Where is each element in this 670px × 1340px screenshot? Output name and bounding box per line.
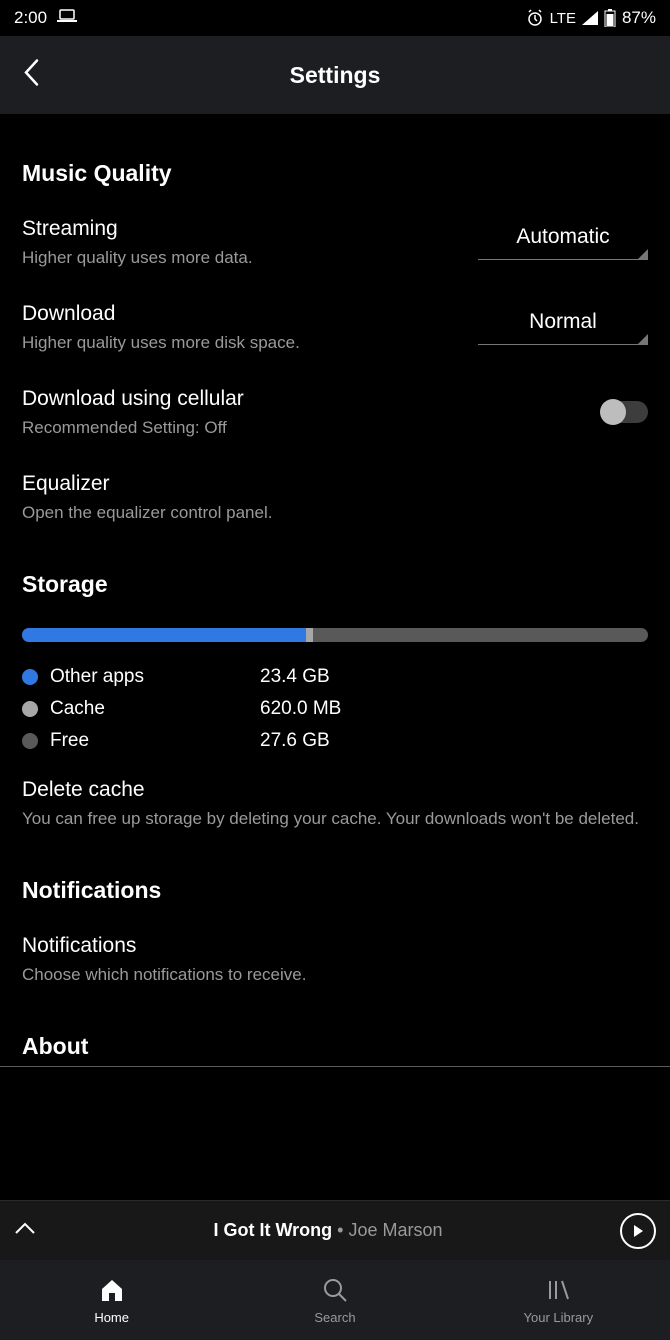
cellular-toggle[interactable] [602, 401, 648, 423]
laptop-icon [57, 8, 77, 28]
dot-icon [22, 701, 38, 717]
storage-seg-cache [306, 628, 314, 642]
download-dropdown[interactable]: Normal [478, 304, 648, 345]
signal-icon [582, 11, 598, 25]
legend-free: Free 27.6 GB [22, 730, 648, 752]
now-playing-bar[interactable]: I Got It Wrong • Joe Marson [0, 1200, 670, 1260]
setting-label: Download [22, 302, 458, 326]
settings-content: Music Quality Streaming Higher quality u… [0, 114, 670, 1200]
setting-label: Delete cache [22, 778, 648, 802]
setting-label: Equalizer [22, 472, 648, 496]
setting-label: Notifications [22, 934, 648, 958]
setting-desc: Choose which notifications to receive. [22, 964, 648, 987]
alarm-icon [526, 9, 544, 27]
now-playing-text: I Got It Wrong • Joe Marson [50, 1220, 606, 1241]
status-time: 2:00 [14, 8, 47, 28]
library-icon [544, 1276, 572, 1304]
play-button[interactable] [620, 1213, 656, 1249]
battery-icon [604, 9, 616, 27]
section-storage: Storage [22, 571, 648, 598]
status-network: LTE [550, 10, 576, 27]
setting-equalizer[interactable]: Equalizer Open the equalizer control pan… [22, 472, 648, 525]
storage-bar [22, 628, 648, 642]
dot-icon [22, 733, 38, 749]
streaming-dropdown[interactable]: Automatic [478, 219, 648, 260]
legend-other-apps: Other apps 23.4 GB [22, 666, 648, 688]
setting-download[interactable]: Download Higher quality uses more disk s… [22, 302, 648, 355]
setting-notifications[interactable]: Notifications Choose which notifications… [22, 934, 648, 987]
search-icon [321, 1276, 349, 1304]
storage-legend: Other apps 23.4 GB Cache 620.0 MB Free 2… [22, 666, 648, 752]
section-music-quality: Music Quality [22, 160, 648, 187]
back-button[interactable] [12, 48, 50, 103]
setting-label: Download using cellular [22, 387, 582, 411]
dot-icon [22, 669, 38, 685]
nav-library[interactable]: Your Library [447, 1260, 670, 1340]
home-icon [98, 1276, 126, 1304]
chevron-up-icon[interactable] [14, 1221, 36, 1240]
nav-search[interactable]: Search [223, 1260, 446, 1340]
divider [0, 1066, 670, 1067]
nav-home[interactable]: Home [0, 1260, 223, 1340]
setting-desc: Recommended Setting: Off [22, 417, 582, 440]
setting-label: Streaming [22, 217, 458, 241]
setting-desc: Higher quality uses more data. [22, 247, 458, 270]
setting-download-cellular[interactable]: Download using cellular Recommended Sett… [22, 387, 648, 440]
now-playing-sep: • [332, 1220, 348, 1240]
status-bar: 2:00 LTE 87% [0, 0, 670, 36]
storage-seg-apps [22, 628, 306, 642]
section-notifications: Notifications [22, 877, 648, 904]
section-about: About [22, 1033, 648, 1060]
bottom-nav: Home Search Your Library [0, 1260, 670, 1340]
now-playing-title: I Got It Wrong [213, 1220, 332, 1240]
status-battery: 87% [622, 8, 656, 28]
setting-delete-cache[interactable]: Delete cache You can free up storage by … [22, 778, 648, 831]
settings-header: Settings [0, 36, 670, 114]
setting-desc: You can free up storage by deleting your… [22, 808, 648, 831]
page-title: Settings [0, 62, 670, 89]
setting-streaming[interactable]: Streaming Higher quality uses more data.… [22, 217, 648, 270]
legend-cache: Cache 620.0 MB [22, 698, 648, 720]
now-playing-artist: Joe Marson [348, 1220, 442, 1240]
setting-desc: Open the equalizer control panel. [22, 502, 648, 525]
setting-desc: Higher quality uses more disk space. [22, 332, 458, 355]
